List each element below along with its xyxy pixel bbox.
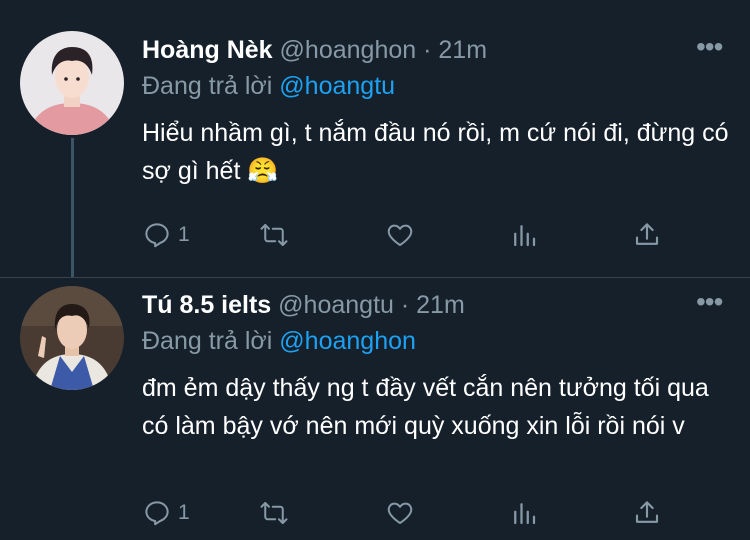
avatar[interactable] — [20, 286, 124, 390]
reply-button[interactable]: 1 — [142, 218, 190, 252]
replying-to-label: Đang trả lời — [142, 327, 273, 355]
like-button[interactable] — [385, 496, 415, 530]
more-dots-icon[interactable]: ••• — [696, 33, 723, 61]
timestamp[interactable]: 21m — [438, 36, 487, 64]
avatar[interactable] — [20, 31, 124, 135]
tweet-1[interactable]: Hoàng Nèk @hoanghon · 21m ••• Đang trả l… — [0, 0, 750, 277]
tweet-text: đm ẻm dậy thấy ng t đầy vết cắn nên tưởn… — [142, 374, 709, 440]
like-button[interactable] — [385, 218, 415, 252]
retweet-icon — [260, 224, 288, 246]
separator-dot: · — [400, 291, 410, 319]
analytics-button[interactable] — [509, 496, 539, 530]
more-dots-icon[interactable]: ••• — [696, 288, 723, 316]
replying-to: Đang trả lời @hoangtu — [142, 72, 395, 101]
reply-count: 1 — [178, 223, 190, 246]
heart-icon — [387, 224, 413, 246]
user-handle[interactable]: @hoanghon — [280, 36, 417, 64]
share-icon — [635, 223, 659, 245]
display-name[interactable]: Tú 8.5 ielts — [142, 291, 271, 319]
reply-button[interactable]: 1 — [142, 496, 190, 530]
separator-dot: · — [423, 36, 432, 64]
analytics-button[interactable] — [509, 218, 539, 252]
replying-to: Đang trả lời @hoanghon — [142, 327, 416, 356]
tweet-header: Hoàng Nèk @hoanghon · 21m — [142, 36, 487, 65]
share-icon — [635, 501, 659, 523]
action-bar: 1 — [142, 218, 682, 252]
replying-to-label: Đang trả lời — [142, 72, 273, 100]
share-button[interactable] — [632, 218, 662, 252]
thread-line — [71, 138, 74, 277]
reply-icon — [145, 223, 169, 248]
heart-icon — [387, 502, 413, 524]
user-handle[interactable]: @hoangtu — [278, 291, 394, 319]
timestamp[interactable]: 21m — [416, 291, 465, 319]
retweet-button[interactable] — [259, 218, 289, 252]
mention-link[interactable]: @hoanghon — [279, 327, 416, 355]
tweet-2[interactable]: Tú 8.5 ielts @hoangtu · 21m ••• Đang trả… — [0, 277, 750, 540]
reply-icon — [145, 501, 169, 526]
action-bar: 1 — [142, 496, 682, 530]
display-name[interactable]: Hoàng Nèk — [142, 36, 273, 64]
analytics-icon — [514, 503, 536, 525]
retweet-icon — [260, 502, 288, 524]
tweet-text: Hiểu nhầm gì, t nắm đầu nó rồi, m cứ nói… — [142, 119, 729, 185]
retweet-button[interactable] — [259, 496, 289, 530]
analytics-icon — [514, 225, 536, 247]
tweet-header: Tú 8.5 ielts @hoangtu · 21m — [142, 291, 465, 320]
share-button[interactable] — [632, 496, 662, 530]
reply-count: 1 — [178, 501, 190, 524]
mention-link[interactable]: @hoangtu — [279, 72, 395, 100]
